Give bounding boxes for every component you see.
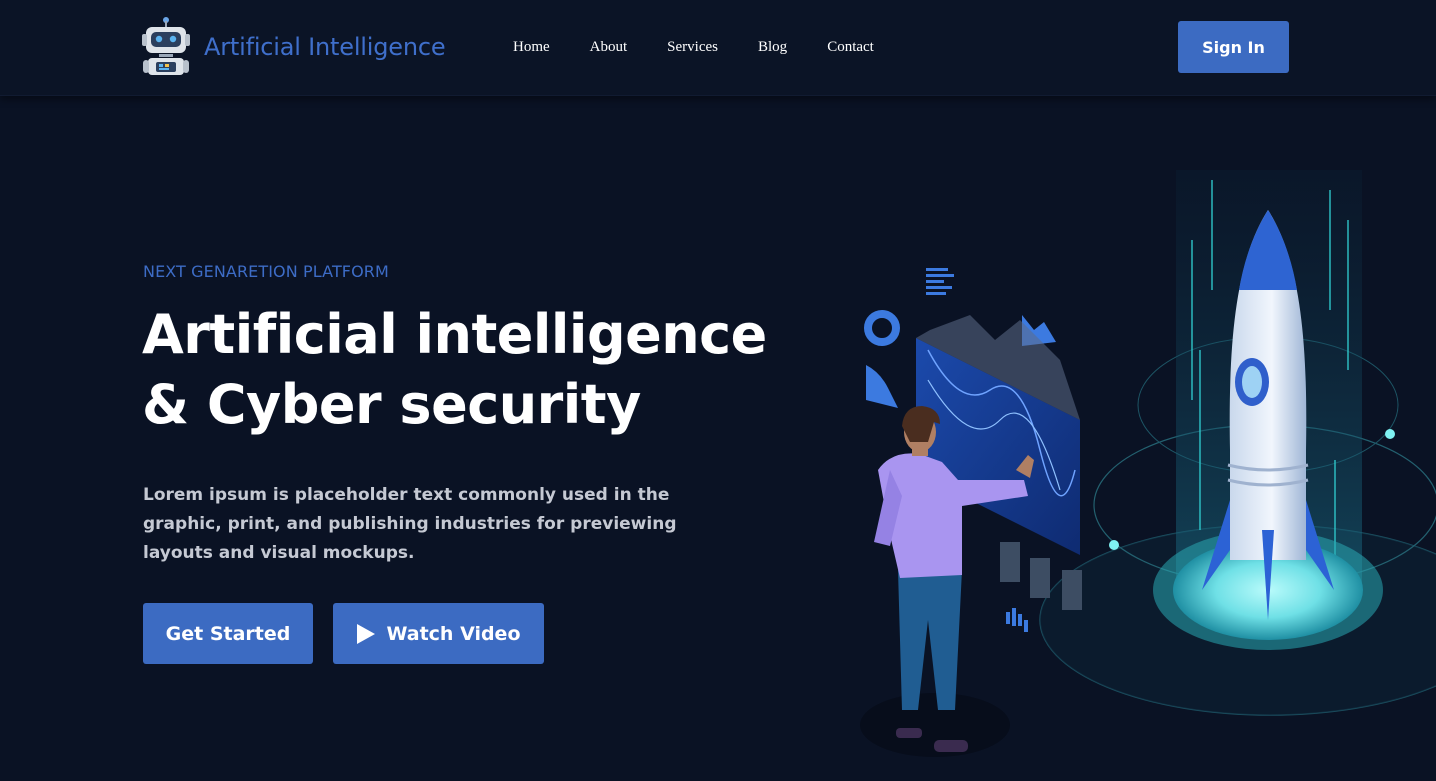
- hero-title: Artificial intelligence & Cyber security: [142, 300, 782, 440]
- play-icon: [357, 623, 376, 644]
- logo-text: Artificial Intelligence: [204, 33, 446, 61]
- watch-video-label: Watch Video: [386, 622, 521, 645]
- watch-video-button[interactable]: Watch Video: [333, 603, 544, 664]
- nav-about[interactable]: About: [590, 38, 628, 56]
- main-nav: Home About Services Blog Contact: [513, 38, 914, 56]
- hero-title-line1: Artificial intelligence: [142, 303, 767, 366]
- site-header: Artificial Intelligence Home About Servi…: [0, 0, 1436, 96]
- hero-description: Lorem ipsum is placeholder text commonly…: [143, 485, 677, 563]
- hero-eyebrow: NEXT GENARETION PLATFORM: [143, 262, 389, 281]
- nav-blog[interactable]: Blog: [758, 38, 787, 56]
- sign-in-button[interactable]: Sign In: [1178, 21, 1289, 73]
- logo[interactable]: Artificial Intelligence: [142, 16, 446, 78]
- nav-home[interactable]: Home: [513, 38, 550, 56]
- nav-services[interactable]: Services: [667, 38, 718, 56]
- nav-contact[interactable]: Contact: [827, 38, 874, 56]
- rocket-analytics-illustration: [860, 170, 1436, 757]
- hero-title-line2: & Cyber security: [142, 373, 641, 436]
- robot-icon: [142, 17, 190, 75]
- get-started-button[interactable]: Get Started: [143, 603, 313, 664]
- get-started-label: Get Started: [165, 622, 291, 645]
